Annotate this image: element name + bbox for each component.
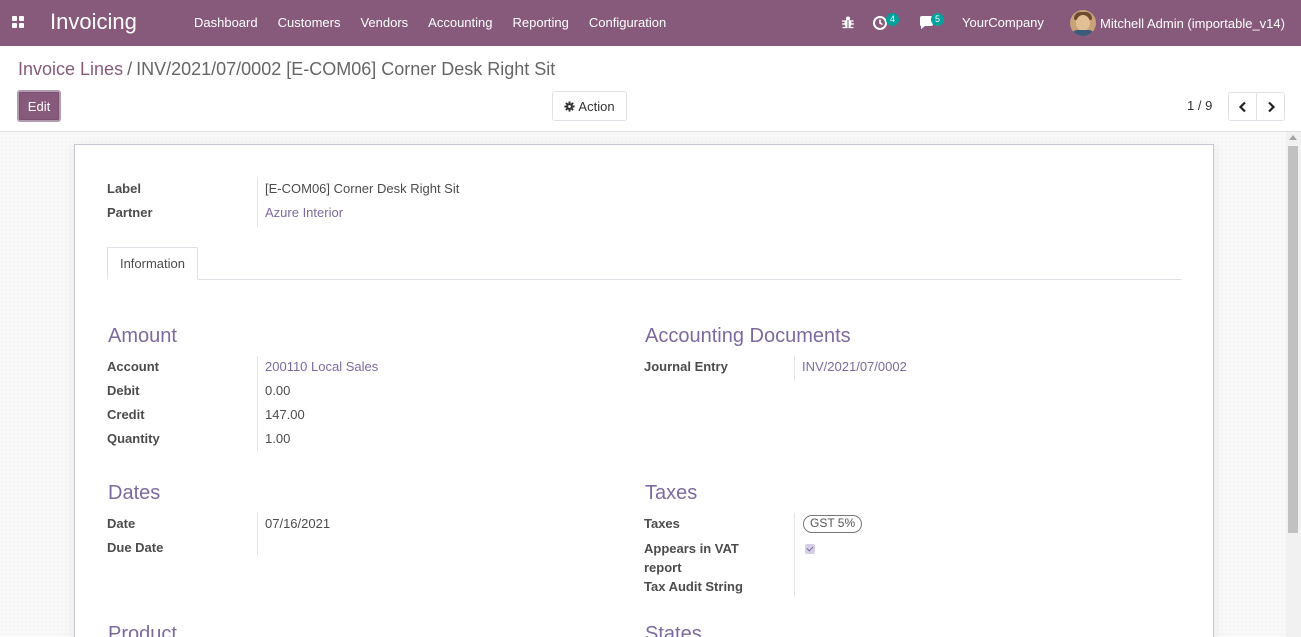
date-field-value: 07/16/2021 xyxy=(265,516,331,531)
tax-audit-string-field-label: Tax Audit String xyxy=(644,579,743,594)
debit-field-value: 0.00 xyxy=(265,383,291,398)
account-field-link[interactable]: 200110 Local Sales xyxy=(265,359,378,374)
breadcrumb-separator: / xyxy=(127,59,133,79)
debug-bug-icon[interactable] xyxy=(840,14,856,30)
pager-value[interactable]: 1 / 9 xyxy=(1187,98,1212,113)
menu-item-reporting[interactable]: Reporting xyxy=(503,0,579,46)
edit-button[interactable]: Edit xyxy=(17,90,61,122)
debit-field-label: Debit xyxy=(107,383,140,398)
partner-field-label: Partner xyxy=(107,205,153,220)
action-button[interactable]: Action xyxy=(552,91,627,121)
accounting-documents-group-title: Accounting Documents xyxy=(645,325,851,347)
chevron-left-icon xyxy=(1238,101,1246,112)
vertical-scrollbar[interactable] xyxy=(1286,132,1301,637)
breadcrumb-current: INV/2021/07/0002 [E-COM06] Corner Desk R… xyxy=(136,59,556,79)
field-divider xyxy=(794,513,795,597)
tax-tag: GST 5% xyxy=(803,515,863,533)
taxes-field-label: Taxes xyxy=(644,516,680,531)
vat-report-checkbox[interactable] xyxy=(805,544,815,554)
menu-item-customers[interactable]: Customers xyxy=(268,0,351,46)
vat-report-field-label-line2: report xyxy=(644,560,682,575)
field-divider xyxy=(257,513,258,557)
journal-entry-field-label: Journal Entry xyxy=(644,359,728,374)
partner-field-link[interactable]: Azure Interior xyxy=(265,205,343,220)
date-field-label: Date xyxy=(107,516,136,531)
credit-field-value: 147.00 xyxy=(265,407,305,422)
pager-next-button[interactable] xyxy=(1256,92,1285,121)
apps-menu-icon[interactable] xyxy=(12,16,25,29)
message-count-badge: 5 xyxy=(931,13,945,26)
tabs-underline xyxy=(107,279,1182,280)
field-divider xyxy=(257,356,258,453)
action-label: Action xyxy=(578,98,615,114)
product-group-title: Product xyxy=(108,623,177,637)
menu-item-vendors[interactable]: Vendors xyxy=(350,0,418,46)
menu-item-accounting[interactable]: Accounting xyxy=(418,0,502,46)
user-name: Mitchell Admin (importable_v14) xyxy=(1100,15,1285,31)
taxes-group-title: Taxes xyxy=(645,482,698,504)
amount-group-title: Amount xyxy=(108,325,177,347)
states-group-title: States xyxy=(645,623,702,637)
chevron-right-icon xyxy=(1267,101,1275,112)
vat-report-field-label-line1: Appears in VAT xyxy=(644,541,739,556)
activity-count-badge: 4 xyxy=(886,13,900,26)
messages-chat-icon[interactable]: 5 xyxy=(918,13,950,33)
breadcrumb-invoice-lines[interactable]: Invoice Lines xyxy=(18,59,123,79)
journal-entry-field-link[interactable]: INV/2021/07/0002 xyxy=(802,359,907,374)
app-name[interactable]: Invoicing xyxy=(50,9,137,35)
field-divider xyxy=(794,356,795,381)
tab-information[interactable]: Information xyxy=(107,247,198,280)
form-view-area: Label Partner [E-COM06] Corner Desk Righ… xyxy=(0,132,1286,637)
scrollbar-thumb[interactable] xyxy=(1288,146,1298,533)
activity-clock-icon[interactable]: 4 xyxy=(872,13,902,33)
form-sheet: Label Partner [E-COM06] Corner Desk Righ… xyxy=(74,144,1214,637)
avatar xyxy=(1070,10,1096,36)
due-date-field-label: Due Date xyxy=(107,540,164,555)
label-field-label: Label xyxy=(107,181,141,196)
label-field-value: [E-COM06] Corner Desk Right Sit xyxy=(265,181,460,196)
quantity-field-label: Quantity xyxy=(107,431,160,446)
menu-item-configuration[interactable]: Configuration xyxy=(579,0,676,46)
scroll-up-arrow-icon[interactable] xyxy=(1289,135,1297,140)
company-switcher[interactable]: YourCompany xyxy=(962,15,1044,30)
credit-field-label: Credit xyxy=(107,407,145,422)
quantity-field-value: 1.00 xyxy=(265,431,291,446)
field-divider xyxy=(257,178,258,227)
dates-group-title: Dates xyxy=(108,482,161,504)
gear-icon xyxy=(564,100,575,112)
menu-item-dashboard[interactable]: Dashboard xyxy=(184,0,268,46)
user-menu[interactable]: Mitchell Admin (importable_v14) xyxy=(1070,10,1285,36)
breadcrumb: Invoice Lines / INV/2021/07/0002 [E-COM06]… xyxy=(18,59,555,80)
account-field-label: Account xyxy=(107,359,159,374)
pager-previous-button[interactable] xyxy=(1228,92,1257,121)
main-menu: Dashboard Customers Vendors Accounting R… xyxy=(184,0,676,46)
top-navbar: Invoicing Dashboard Customers Vendors Ac… xyxy=(0,0,1301,46)
